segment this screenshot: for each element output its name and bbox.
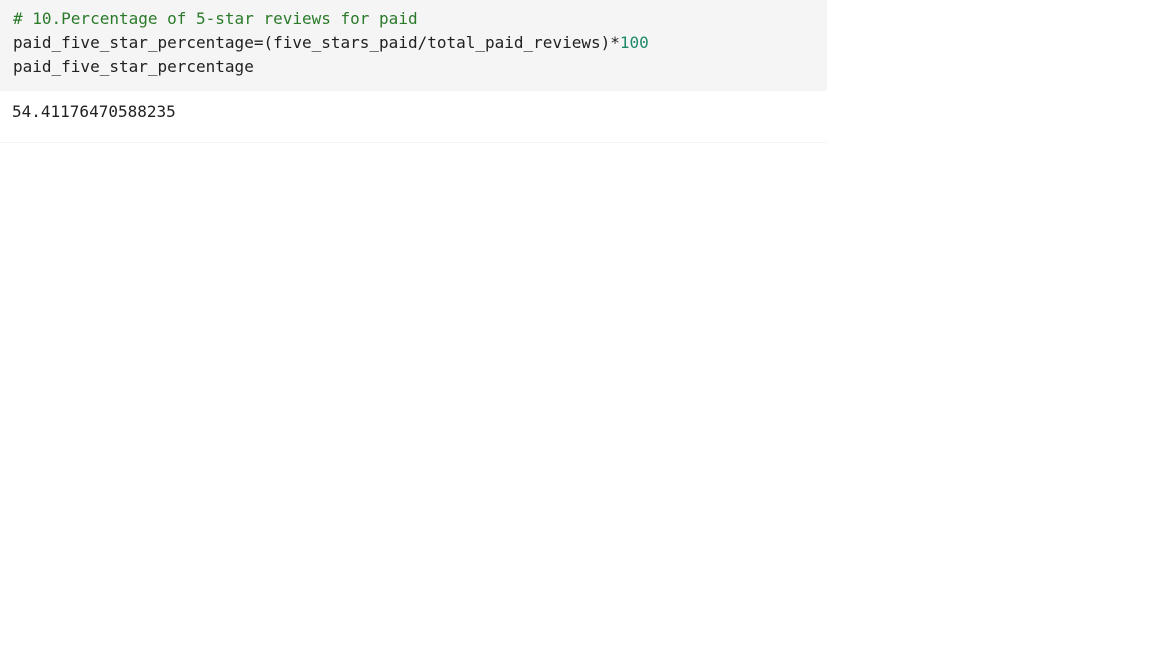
code-expression: paid_five_star_percentage=(five_stars_pa…: [13, 33, 620, 52]
code-number: 100: [619, 33, 649, 52]
code-variable: paid_five_star_percentage: [13, 57, 254, 76]
code-cell[interactable]: # 10.Percentage of 5-star reviews for pa…: [0, 0, 827, 143]
code-line-2: paid_five_star_percentage=(five_stars_pa…: [13, 31, 814, 55]
cell-output: 54.41176470588235: [0, 91, 827, 143]
code-line-3: paid_five_star_percentage: [13, 55, 814, 79]
cell-input[interactable]: # 10.Percentage of 5-star reviews for pa…: [0, 0, 827, 91]
output-value: 54.41176470588235: [12, 102, 176, 121]
code-line-1: # 10.Percentage of 5-star reviews for pa…: [13, 7, 814, 31]
notebook: # 10.Percentage of 5-star reviews for pa…: [0, 0, 1152, 648]
code-comment: # 10.Percentage of 5-star reviews for pa…: [13, 9, 418, 28]
